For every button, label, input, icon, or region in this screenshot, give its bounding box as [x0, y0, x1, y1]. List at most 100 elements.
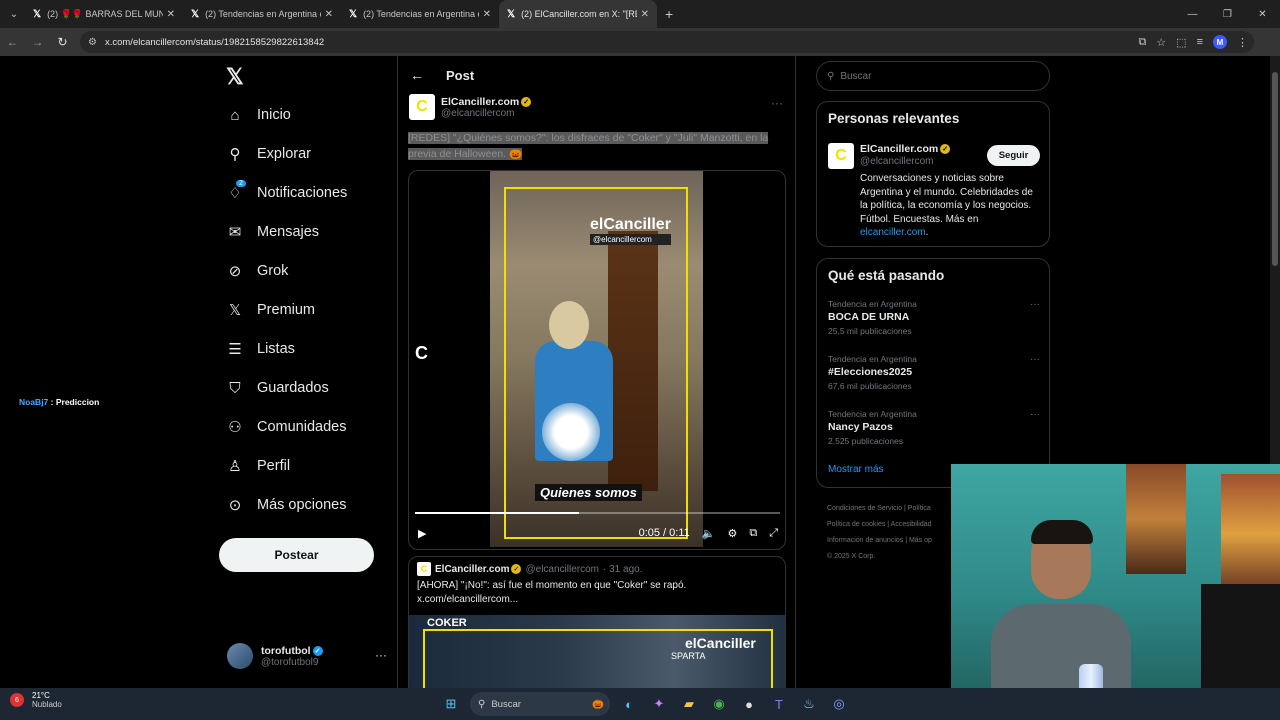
bio-end: .: [925, 227, 929, 238]
nav-item-premium[interactable]: 𝕏 Premium: [226, 291, 315, 329]
nav-label: Listas: [257, 341, 295, 357]
address-bar[interactable]: ⚙ x.com/elcancillercom/status/1982158529…: [80, 31, 1254, 53]
play-icon[interactable]: ▶: [418, 527, 426, 540]
back-icon[interactable]: ←: [0, 35, 25, 49]
quote-header: C ElCanciller.com ✓ @elcancillercom · 31 …: [417, 562, 642, 576]
show-more-link[interactable]: Mostrar más: [828, 464, 884, 475]
weather-widget[interactable]: 6 21°C Nublado: [10, 691, 62, 709]
site-info-icon[interactable]: ⚙: [88, 37, 97, 48]
obs-icon[interactable]: ●: [738, 693, 760, 715]
quote-author-name: ElCanciller.com: [435, 563, 510, 575]
nav-label: Explorar: [257, 146, 311, 162]
steam-icon[interactable]: ♨: [798, 693, 820, 715]
taskbar-search[interactable]: ⚲ Buscar 🎃: [470, 692, 610, 716]
post-more-icon[interactable]: ···: [771, 96, 783, 110]
close-tab-icon[interactable]: ✕: [641, 9, 649, 20]
search-highlight-icon: 🎃: [592, 698, 604, 710]
reload-icon[interactable]: ↻: [50, 35, 75, 49]
bio-link[interactable]: elcanciller.com: [860, 227, 926, 238]
file-explorer-icon[interactable]: ▰: [678, 693, 700, 715]
extensions-icon[interactable]: ⬚: [1176, 36, 1186, 49]
close-tab-icon[interactable]: ✕: [325, 9, 333, 20]
author-name[interactable]: ElCanciller.com ✓: [441, 95, 532, 108]
x-favicon-icon: 𝕏: [191, 8, 200, 20]
browser-tab-4-active[interactable]: 𝕏 (2) ElCanciller.com en X: "[REDE ✕: [499, 0, 657, 28]
trend-more-icon[interactable]: ···: [1030, 354, 1040, 365]
more-icon[interactable]: ···: [375, 648, 387, 662]
browser-tab-1[interactable]: 𝕏 (2) 🌹🌹 BARRAS DEL MUNDO 🌹 ✕: [25, 0, 183, 28]
author-avatar[interactable]: C: [409, 94, 435, 120]
trend-more-icon[interactable]: ···: [1030, 299, 1040, 310]
bell-icon: ♢ 2: [226, 179, 247, 202]
close-window-icon[interactable]: ✕: [1245, 0, 1280, 28]
browser-tab-2[interactable]: 𝕏 (2) Tendencias en Argentina en ✕: [183, 0, 341, 28]
nav-item-comunidades[interactable]: ⚇ Comunidades: [226, 408, 346, 446]
new-tab-button[interactable]: +: [665, 6, 673, 22]
nav-item-notificaciones[interactable]: ♢ 2 Notificaciones: [226, 174, 347, 212]
minimize-icon[interactable]: —: [1175, 0, 1210, 28]
x-icon: 𝕏: [228, 302, 242, 319]
nav-item-guardados[interactable]: ⛉ Guardados: [226, 369, 328, 407]
teams-icon[interactable]: T: [768, 693, 790, 715]
trend-item[interactable]: Tendencia en Argentina Nancy Pazos 2.525…: [828, 409, 1040, 446]
nav-item-grok[interactable]: ⊘ Grok: [226, 252, 289, 290]
relevant-handle[interactable]: @elcancillercom: [860, 156, 934, 167]
video-progress-bar[interactable]: [415, 512, 780, 514]
footer-link[interactable]: Política de cookies | Accesibilidad: [827, 517, 957, 533]
nav-item-mensajes[interactable]: ✉ Mensajes: [226, 213, 319, 251]
settings-icon[interactable]: ⚙: [727, 527, 737, 540]
footer-link[interactable]: Información de anuncios | Más op: [827, 533, 957, 549]
x-logo-icon[interactable]: 𝕏: [226, 64, 244, 90]
edge-icon[interactable]: ◐: [618, 693, 640, 715]
reading-list-icon[interactable]: ≡: [1197, 36, 1203, 48]
search-icon: ⚲: [229, 146, 241, 163]
close-tab-icon[interactable]: ✕: [483, 9, 491, 20]
pip-icon[interactable]: ⧉: [749, 527, 757, 540]
install-app-icon[interactable]: ⧉: [1138, 36, 1146, 49]
windows-start-icon[interactable]: ⊞: [440, 693, 462, 715]
windows-taskbar: 6 21°C Nublado ⊞ ⚲ Buscar 🎃 ◐ ✦ ▰ ◉ ● T ♨ …: [0, 688, 1280, 720]
trend-item[interactable]: Tendencia en Argentina BOCA DE URNA 25,5…: [828, 299, 1040, 336]
discord-icon[interactable]: ◎: [828, 693, 850, 715]
tab-search-button[interactable]: ⌄: [3, 3, 25, 25]
left-navigation: 𝕏 ⌂ Inicio ⚲ Explorar ♢ 2 Notificaciones ✉ Me…: [218, 56, 388, 688]
video-brand: elCanciller @elcancillercom: [590, 216, 671, 245]
chrome-icon[interactable]: ◉: [708, 693, 730, 715]
post-button[interactable]: Postear: [219, 538, 374, 572]
nav-item-inicio[interactable]: ⌂ Inicio: [226, 96, 290, 134]
search-placeholder: Buscar: [840, 70, 872, 82]
restore-icon[interactable]: ❐: [1210, 0, 1245, 28]
nav-item-mas-opciones[interactable]: ⊙ Más opciones: [226, 486, 347, 524]
nav-item-listas[interactable]: ☰ Listas: [226, 330, 295, 368]
relevant-avatar[interactable]: C: [828, 143, 854, 169]
forward-icon[interactable]: →: [25, 35, 50, 49]
post-author[interactable]: C ElCanciller.com ✓ @elcancillercom: [409, 94, 532, 120]
video-caption: Quienes somos: [535, 484, 642, 501]
author-handle[interactable]: @elcancillercom: [441, 108, 531, 119]
profile-avatar[interactable]: M: [1213, 35, 1227, 49]
footer-link[interactable]: Condiciones de Servicio | Política: [827, 501, 957, 517]
video-player[interactable]: elCanciller @elcancillercom Quienes somo…: [408, 170, 786, 550]
quoted-post[interactable]: C ElCanciller.com ✓ @elcancillercom · 31 …: [408, 556, 786, 688]
follow-button[interactable]: Seguir: [987, 145, 1040, 166]
back-arrow-icon[interactable]: ←: [410, 67, 424, 83]
author-name-text: ElCanciller.com: [441, 95, 520, 108]
close-tab-icon[interactable]: ✕: [167, 9, 175, 20]
trend-count: 25,5 mil publicaciones: [828, 326, 912, 336]
nav-item-explorar[interactable]: ⚲ Explorar: [226, 135, 312, 173]
browser-menu-icon[interactable]: ⋮: [1237, 36, 1248, 49]
relevant-name-text: ElCanciller.com: [860, 143, 939, 155]
scrollbar-thumb[interactable]: [1272, 72, 1278, 266]
video-frame: elCanciller @elcancillercom Quienes somo…: [490, 171, 703, 547]
bookmark-star-icon[interactable]: ☆: [1156, 36, 1166, 49]
browser-tab-3[interactable]: 𝕏 (2) Tendencias en Argentina en ✕: [341, 0, 499, 28]
trend-item[interactable]: Tendencia en Argentina #Elecciones2025 6…: [828, 354, 1040, 391]
fullscreen-icon[interactable]: ⤢: [769, 527, 778, 540]
copilot-icon[interactable]: ✦: [648, 693, 670, 715]
trend-more-icon[interactable]: ···: [1030, 409, 1040, 420]
volume-icon[interactable]: 🔈: [702, 527, 716, 540]
account-switcher[interactable]: torofutbol ✓ @torofutbol9 ···: [227, 643, 387, 669]
search-input[interactable]: ⚲ Buscar: [816, 61, 1050, 91]
relevant-name[interactable]: ElCanciller.com ✓: [860, 143, 951, 155]
nav-item-perfil[interactable]: ♙ Perfil: [226, 447, 290, 485]
